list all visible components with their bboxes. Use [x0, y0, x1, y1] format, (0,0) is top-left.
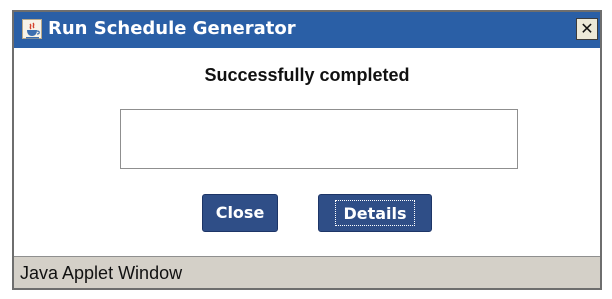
dialog-window: Run Schedule Generator ✕ Successfully co… [12, 10, 602, 290]
applet-status-bar: Java Applet Window [14, 256, 600, 288]
status-message: Successfully completed [204, 65, 410, 85]
applet-status-text: Java Applet Window [20, 263, 183, 283]
java-icon [22, 19, 42, 39]
title-bar[interactable]: Run Schedule Generator ✕ [14, 12, 600, 48]
details-button[interactable]: Details [318, 194, 432, 232]
close-button[interactable]: Close [202, 194, 278, 232]
window-title: Run Schedule Generator [48, 18, 296, 39]
details-text-area[interactable] [120, 109, 518, 169]
close-window-button[interactable]: ✕ [576, 18, 598, 40]
details-button-label: Details [335, 200, 415, 226]
